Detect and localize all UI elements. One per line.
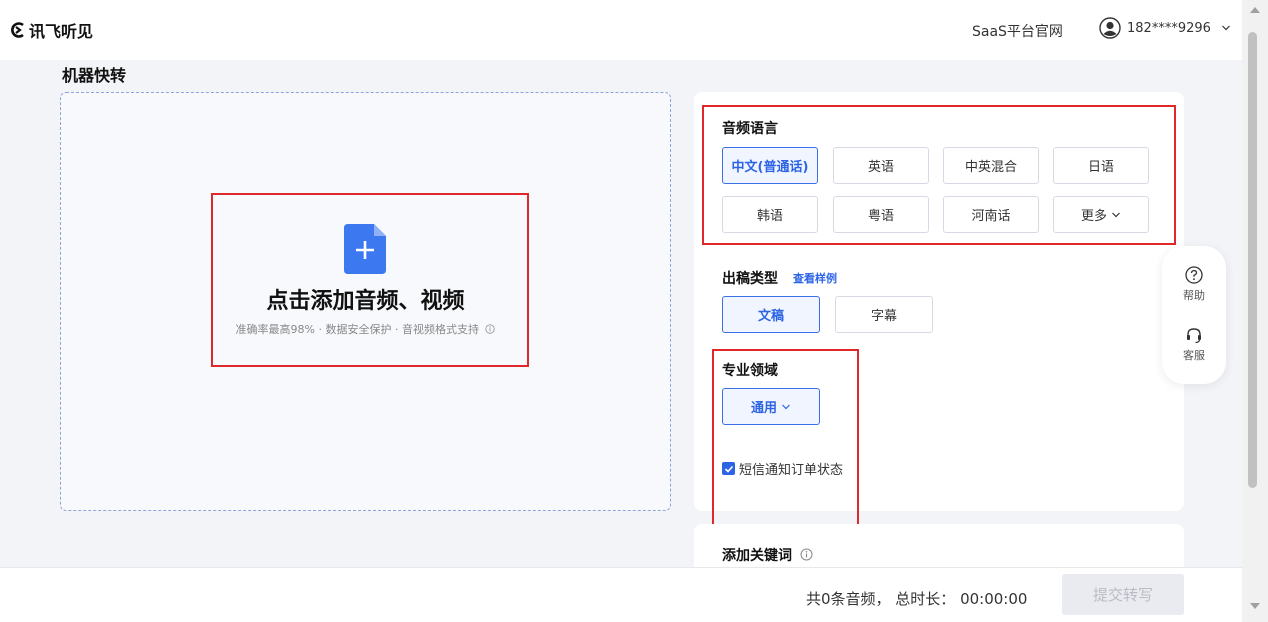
- audio-language-label: 音频语言: [722, 121, 778, 137]
- floating-help-panel: 帮助 客服: [1162, 246, 1226, 384]
- chevron-down-icon: [782, 404, 790, 409]
- add-file-icon[interactable]: [344, 224, 386, 274]
- sms-notify-checkbox[interactable]: [722, 462, 735, 475]
- keyword-info-icon[interactable]: [800, 548, 813, 561]
- help-button[interactable]: 帮助: [1162, 266, 1226, 303]
- user-avatar-icon: [1099, 17, 1121, 39]
- chevron-down-icon: [1221, 25, 1230, 31]
- scroll-thumb[interactable]: [1248, 32, 1257, 488]
- lang-option-english[interactable]: 英语: [833, 147, 929, 184]
- domain-label: 专业领域: [722, 363, 778, 379]
- lang-option-korean[interactable]: 韩语: [722, 196, 818, 233]
- lang-option-mandarin[interactable]: 中文(普通话): [722, 147, 818, 184]
- top-header: 讯飞听见 SaaS平台官网 182****9296: [0, 0, 1242, 60]
- lang-option-chinese-english[interactable]: 中英混合: [943, 147, 1039, 184]
- upload-highlight-box: [211, 193, 529, 367]
- upload-dropzone[interactable]: 点击添加音频、视频 准确率最高98% · 数据安全保护 · 音视频格式支持: [60, 92, 671, 511]
- saas-platform-link[interactable]: SaaS平台官网: [972, 21, 1063, 41]
- logo-text: 讯飞听见: [29, 22, 94, 41]
- lang-option-japanese[interactable]: 日语: [1053, 147, 1149, 184]
- service-label: 客服: [1183, 349, 1205, 362]
- add-keyword-label[interactable]: 添加关键词: [722, 545, 813, 565]
- upload-subtitle: 准确率最高98% · 数据安全保护 · 音视频格式支持: [61, 321, 670, 337]
- view-sample-link[interactable]: 查看样例: [793, 270, 837, 286]
- audio-summary: 共0条音频， 总时长： 00:00:00: [806, 590, 1028, 608]
- lang-option-more[interactable]: 更多: [1053, 196, 1149, 233]
- bottom-bar: 共0条音频， 总时长： 00:00:00 提交转写: [0, 567, 1242, 622]
- headset-icon: [1187, 328, 1201, 344]
- customer-service-button[interactable]: 客服: [1162, 326, 1226, 363]
- help-label: 帮助: [1183, 289, 1205, 302]
- output-option-transcript[interactable]: 文稿: [722, 296, 820, 333]
- page-title: 机器快转: [62, 66, 127, 85]
- sms-notify-option[interactable]: 短信通知订单状态: [722, 459, 843, 478]
- vertical-scrollbar[interactable]: [1242, 0, 1268, 622]
- scroll-up-arrow-icon[interactable]: [1250, 7, 1260, 13]
- chevron-down-icon: [1112, 212, 1120, 217]
- output-option-subtitle[interactable]: 字幕: [835, 296, 933, 333]
- format-info-icon[interactable]: [485, 324, 496, 334]
- check-icon: [724, 465, 733, 473]
- upload-title: 点击添加音频、视频: [266, 289, 465, 314]
- domain-select[interactable]: 通用: [722, 388, 820, 425]
- output-type-label: 出稿类型: [722, 271, 778, 287]
- lang-option-cantonese[interactable]: 粤语: [833, 196, 929, 233]
- xunfei-logo-icon: [11, 22, 24, 38]
- scroll-down-arrow-icon[interactable]: [1250, 603, 1260, 609]
- logo[interactable]: 讯飞听见: [10, 18, 93, 42]
- help-icon: [1185, 266, 1203, 284]
- submit-transcription-button[interactable]: 提交转写: [1062, 574, 1184, 615]
- user-phone: 182****9296: [1127, 20, 1211, 36]
- sms-notify-label: 短信通知订单状态: [739, 463, 844, 478]
- user-menu[interactable]: 182****9296: [1099, 17, 1231, 39]
- lang-option-henan[interactable]: 河南话: [943, 196, 1039, 233]
